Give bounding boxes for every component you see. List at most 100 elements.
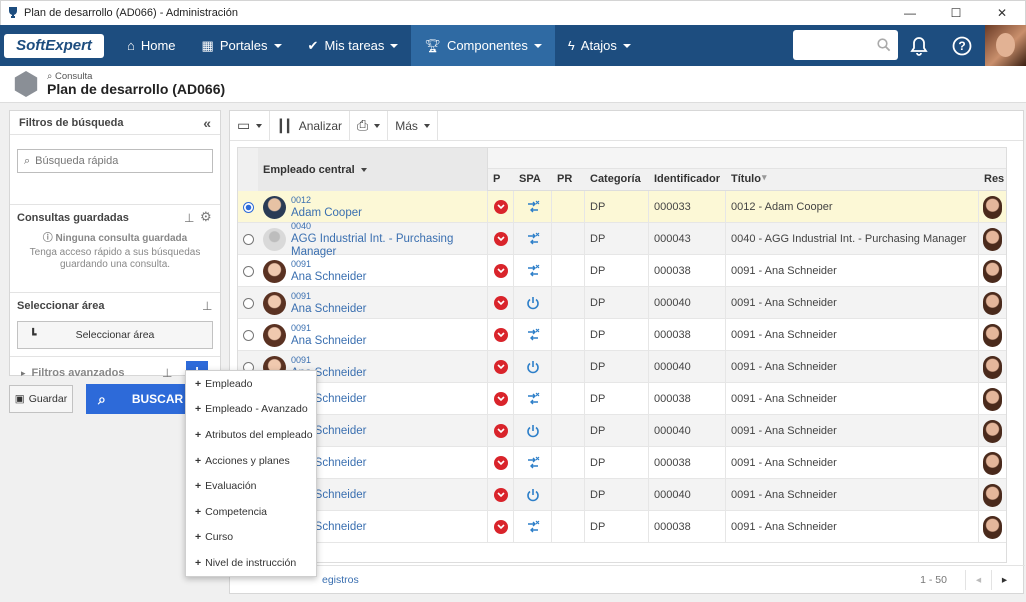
table-row[interactable]: Ana Schneider DP 000040 0091 - Ana Schneide… xyxy=(238,479,1006,511)
row-radio[interactable] xyxy=(242,297,254,309)
row-radio[interactable] xyxy=(242,201,254,213)
menu-item[interactable]: + Competencia xyxy=(186,499,316,525)
menu-item[interactable]: + Atributos del empleado xyxy=(186,422,316,448)
softexpert-logo[interactable]: SoftExpert xyxy=(4,33,104,58)
column-categoria[interactable]: Categoría xyxy=(590,173,641,185)
filter-panel-header: Filtros de búsqueda « xyxy=(10,111,220,135)
row-select[interactable] xyxy=(238,191,258,223)
bolt-icon: ϟ xyxy=(567,38,575,53)
quick-search-input[interactable]: ⌕ Búsqueda rápida xyxy=(17,149,213,173)
employee-name[interactable]: Adam Cooper xyxy=(291,207,362,220)
view-mode-dropdown[interactable]: ▭ xyxy=(230,110,271,141)
menu-item[interactable]: + Empleado xyxy=(186,371,316,397)
employee-cell: 0091 Ana Schneider xyxy=(258,287,488,319)
view-icon: ▭ xyxy=(237,117,251,133)
row-select[interactable] xyxy=(238,319,258,351)
column-res[interactable]: Res xyxy=(984,173,1004,185)
select-area-button[interactable]: ┗ Seleccionar área xyxy=(17,321,213,349)
employee-name[interactable]: Ana Schneider xyxy=(291,303,366,316)
spa-cell xyxy=(514,351,552,383)
column-identificador[interactable]: Identificador xyxy=(654,173,720,185)
row-radio[interactable] xyxy=(242,265,254,277)
menu-item[interactable]: + Evaluación xyxy=(186,473,316,499)
window-titlebar: Plan de desarrollo (AD066) - Administrac… xyxy=(0,0,1026,25)
row-radio[interactable] xyxy=(242,329,254,341)
close-button[interactable]: ✕ xyxy=(979,1,1025,26)
column-spa[interactable]: SPA xyxy=(519,173,541,185)
column-p[interactable]: P xyxy=(493,173,500,185)
floppy-icon: ▣ xyxy=(14,393,25,405)
nav-atajos[interactable]: ϟ Atajos xyxy=(555,25,644,66)
employee-name[interactable]: Ana Schneider xyxy=(291,335,366,348)
menu-item[interactable]: + Curso xyxy=(186,525,316,551)
responsible-cell xyxy=(979,287,1006,319)
row-select[interactable] xyxy=(238,255,258,287)
row-select[interactable] xyxy=(238,287,258,319)
priority-high-icon xyxy=(493,520,508,534)
clear-icon[interactable]: ⊥ xyxy=(184,211,194,225)
pr-cell xyxy=(552,479,585,511)
nav-componentes[interactable]: 🏆︎ Componentes xyxy=(411,25,555,66)
help-icon[interactable]: ? xyxy=(951,35,973,57)
table-row[interactable]: 0091 Ana Schneider DP 000038 0091 - Ana Schn… xyxy=(238,319,1006,351)
analyze-button[interactable]: ┃┃ Analizar xyxy=(270,110,351,141)
category-cell: DP xyxy=(585,223,649,255)
pr-cell xyxy=(552,223,585,255)
table-row[interactable]: 0091 Ana Schneider DP 000040 0091 - Ana Schn… xyxy=(238,351,1006,383)
component-hex-icon xyxy=(14,71,38,97)
menu-item[interactable]: + Nivel de instrucción xyxy=(186,550,316,576)
power-icon xyxy=(526,425,539,438)
nav-atajos-label: Atajos xyxy=(580,38,617,53)
menu-item-label: Empleado - Avanzado xyxy=(205,403,308,416)
table-row[interactable]: 0040 AGG Industrial Int. - Purchasing Man… xyxy=(238,221,1006,258)
menu-item-label: Acciones y planes xyxy=(205,454,290,467)
pr-cell xyxy=(552,351,585,383)
minimize-button[interactable]: — xyxy=(887,1,933,26)
table-row[interactable]: 0091 Ana Schneider DP 000038 0091 - Ana Schn… xyxy=(238,255,1006,287)
menu-item[interactable]: + Empleado - Avanzado xyxy=(186,397,316,423)
power-icon xyxy=(526,361,539,374)
print-dropdown[interactable]: ⎙ xyxy=(350,110,389,141)
employee-cell: 0012 Adam Cooper xyxy=(258,191,488,223)
nav-home[interactable]: ⌂ Home xyxy=(114,25,189,66)
identifier-cell: 000038 xyxy=(649,255,726,287)
transfer-icon xyxy=(527,232,539,245)
filter-panel: Filtros de búsqueda « ⌕ Búsqueda rápida … xyxy=(9,110,221,383)
saved-hint: Tenga acceso rápido a sus búsquedas guar… xyxy=(29,247,201,270)
nav-mis-tareas-label: Mis tareas xyxy=(324,38,385,53)
table-row[interactable]: Ana Schneider DP 000038 0091 - Ana Schneide… xyxy=(238,383,1006,415)
more-dropdown[interactable]: Más xyxy=(388,110,438,141)
column-pr[interactable]: PR xyxy=(557,173,572,185)
table-row[interactable]: Ana Schneider DP 000038 0091 - Ana Schneide… xyxy=(238,447,1006,479)
nav-mis-tareas[interactable]: ✔ Mis tareas xyxy=(295,25,412,66)
priority-high-icon xyxy=(493,456,508,470)
collapse-icon[interactable]: « xyxy=(203,115,211,131)
top-navigation: SoftExpert ⌂ Home ▦ Portales ✔ Mis tarea… xyxy=(0,25,1026,66)
prev-page-button[interactable]: ◂ xyxy=(965,569,991,590)
user-avatar[interactable] xyxy=(985,25,1026,66)
table-row[interactable]: 0091 Ana Schneider DP 000040 0091 - Ana Schn… xyxy=(238,287,1006,319)
gear-icon[interactable]: ⚙ xyxy=(200,209,212,225)
table-row[interactable]: 0012 Adam Cooper DP 000033 0012 - Adam Coope… xyxy=(238,191,1006,223)
row-select[interactable] xyxy=(238,223,258,255)
priority-cell xyxy=(488,287,514,319)
global-search-input[interactable] xyxy=(793,30,898,60)
table-row[interactable]: Ana Schneider DP 000038 0091 - Ana Schneide… xyxy=(238,511,1006,543)
table-row[interactable]: Ana Schneider DP 000040 0091 - Ana Schneide… xyxy=(238,415,1006,447)
trophy-icon xyxy=(9,7,17,18)
save-query-button[interactable]: ▣ Guardar xyxy=(9,385,73,413)
menu-item-label: Curso xyxy=(205,531,234,544)
employee-name[interactable]: Ana Schneider xyxy=(291,271,366,284)
row-radio[interactable] xyxy=(242,233,254,245)
next-page-button[interactable]: ▸ xyxy=(991,569,1017,590)
bell-icon[interactable] xyxy=(908,35,930,57)
column-titulo[interactable]: Título xyxy=(731,173,761,185)
maximize-button[interactable]: ☐ xyxy=(933,1,979,26)
transfer-icon xyxy=(527,264,539,277)
nav-portales[interactable]: ▦ Portales xyxy=(189,25,295,66)
clear-icon[interactable]: ⊥ xyxy=(162,366,172,380)
menu-item[interactable]: + Acciones y planes xyxy=(186,448,316,474)
spa-cell xyxy=(514,287,552,319)
column-empleado-central[interactable]: Empleado central xyxy=(258,148,488,191)
clear-icon[interactable]: ⊥ xyxy=(202,299,212,313)
